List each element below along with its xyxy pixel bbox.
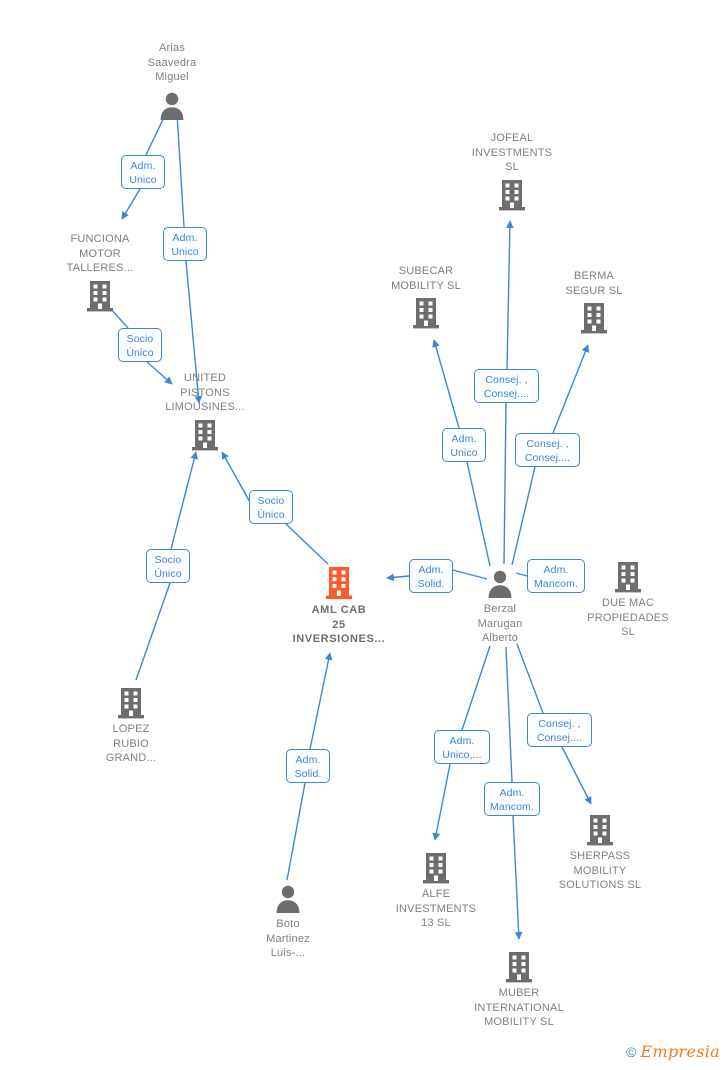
building-icon — [447, 178, 577, 212]
node-muber-international-mobility-sl[interactable]: MUBER INTERNATIONAL MOBILITY SL — [454, 950, 584, 1030]
building-icon — [66, 686, 196, 720]
node-lopez-rubio-grand[interactable]: LOPEZ RUBIO GRAND... — [66, 686, 196, 766]
building-icon — [371, 851, 501, 885]
node-label: AML CAB 25 INVERSIONES... — [292, 604, 386, 646]
node-berma-segur-sl[interactable]: BERMA SEGUR SL — [529, 267, 659, 335]
node-arias-saavedra-miguel[interactable]: Arias Saavedra Miguel — [107, 38, 237, 121]
watermark: © Empresia — [626, 1043, 720, 1062]
building-icon — [529, 301, 659, 335]
copyright-icon: © — [626, 1044, 637, 1060]
node-label: DUE MAC PROPIEDADES SL — [587, 597, 669, 639]
node-aml-cab-25-inversiones[interactable]: AML CAB 25 INVERSIONES... — [274, 565, 404, 647]
person-icon — [223, 882, 353, 914]
node-boto-martinez-luis[interactable]: Boto Martinez Luis-... — [223, 882, 353, 961]
node-alfe-investments-13-sl[interactable]: ALFE INVESTMENTS 13 SL — [371, 851, 501, 931]
node-label: LOPEZ RUBIO GRAND... — [105, 723, 157, 765]
node-label: Boto Martinez Luis-... — [266, 918, 310, 960]
node-label: Arias Saavedra Miguel — [147, 42, 197, 84]
node-label: BERMA SEGUR SL — [565, 270, 623, 297]
node-jofeal-investments-sl[interactable]: JOFEAL INVESTMENTS SL — [447, 129, 577, 212]
node-funciona-motor-talleres[interactable]: FUNCIONA MOTOR TALLERES... — [35, 230, 165, 313]
edge-label-lopez-united[interactable]: Socio Único — [146, 549, 190, 583]
node-label: UNITED PISTONS LIMOUSINES... — [165, 372, 245, 414]
edge-label-berzal-jofeal[interactable]: Consej. , Consej.... — [474, 369, 539, 403]
edge-label-amlcab-united[interactable]: Socio Único — [249, 490, 293, 524]
edge-label-berzal-berma[interactable]: Consej. , Consej.... — [515, 433, 580, 467]
building-icon — [454, 950, 584, 984]
edge-label-boto-amlcab[interactable]: Adm. Solid. — [286, 749, 330, 783]
building-icon — [274, 565, 404, 601]
node-label: SUBECAR MOBILITY SL — [391, 265, 461, 292]
building-icon — [35, 279, 165, 313]
building-icon — [535, 813, 665, 847]
edge-layer — [109, 112, 592, 940]
building-icon — [361, 296, 491, 330]
node-united-pistons-limousines[interactable]: UNITED PISTONS LIMOUSINES... — [140, 369, 270, 452]
node-label: Berzal Marugan Alberto — [477, 603, 523, 645]
node-subecar-mobility-sl[interactable]: SUBECAR MOBILITY SL — [361, 262, 491, 330]
node-label: SHERPASS MOBILITY SOLUTIONS SL — [558, 850, 642, 892]
node-label: ALFE INVESTMENTS 13 SL — [395, 888, 477, 930]
edge-label-berzal-subecar[interactable]: Adm. Unico — [442, 428, 486, 462]
edge-label-arias-funciona[interactable]: Adm. Unico — [121, 155, 165, 189]
node-label: JOFEAL INVESTMENTS SL — [471, 132, 553, 174]
node-label: MUBER INTERNATIONAL MOBILITY SL — [474, 987, 564, 1029]
edge-label-berzal-alfe[interactable]: Adm. Unico,... — [434, 730, 490, 764]
node-label: FUNCIONA MOTOR TALLERES... — [66, 233, 134, 275]
edge-label-berzal-muber[interactable]: Adm. Mancom. — [484, 782, 540, 816]
edge-label-berzal-duemac[interactable]: Adm. Mancom. — [527, 559, 585, 593]
diagram-canvas: Arias Saavedra Miguel FUNCIONA MOTOR TAL… — [0, 0, 728, 1070]
node-sherpass-mobility-solutions-sl[interactable]: SHERPASS MOBILITY SOLUTIONS SL — [535, 813, 665, 893]
edge-label-arias-united[interactable]: Adm. Unico — [163, 227, 207, 261]
edge-label-berzal-sherpass[interactable]: Consej. , Consej.... — [527, 713, 592, 747]
person-icon — [107, 89, 237, 121]
building-icon — [140, 418, 270, 452]
edge-label-berzal-amlcab[interactable]: Adm. Solid. — [409, 559, 453, 593]
edge-label-funciona-united[interactable]: Socio Único — [118, 328, 162, 362]
brand-name: Empresia — [640, 1042, 720, 1061]
